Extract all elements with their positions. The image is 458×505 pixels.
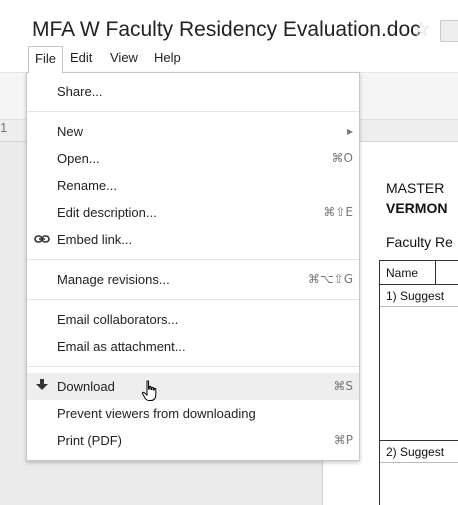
menu-item-label: New xyxy=(57,124,84,139)
download-icon xyxy=(31,373,53,400)
menu-item-download[interactable]: Download ⌘S xyxy=(27,373,359,400)
menu-item-label: Prevent viewers from downloading xyxy=(57,406,256,421)
menu-edit[interactable]: Edit xyxy=(64,46,98,72)
menu-item-new[interactable]: New ▸ xyxy=(27,118,359,145)
menu-item-share[interactable]: Share... xyxy=(27,78,359,105)
menu-view[interactable]: View xyxy=(104,46,144,72)
menu-help[interactable]: Help xyxy=(148,46,187,72)
menu-item-shortcut: ⌘⇧E xyxy=(323,205,353,219)
menu-item-label: Edit description... xyxy=(57,205,157,220)
menu-file[interactable]: File xyxy=(28,46,63,73)
table-row: Name xyxy=(380,261,458,285)
link-icon xyxy=(31,226,53,253)
share-button-partial[interactable] xyxy=(440,20,458,42)
menu-bar: File Edit View Help xyxy=(0,46,458,73)
menu-item-manage-revisions[interactable]: Manage revisions... ⌘⌥⇧G xyxy=(27,266,359,293)
cell-divider xyxy=(435,261,436,284)
table-row: 1) Suggest xyxy=(380,285,458,307)
ruler-mark: 1 xyxy=(0,120,8,135)
menu-separator xyxy=(27,299,359,300)
title-bar: MFA W Faculty Residency Evaluation.doc ☆ xyxy=(0,0,458,46)
menu-item-label: Email collaborators... xyxy=(57,312,179,327)
table-row xyxy=(380,307,458,441)
menu-item-shortcut: ⌘O xyxy=(331,151,353,165)
hand-cursor-icon xyxy=(141,380,159,402)
menu-separator xyxy=(27,111,359,112)
menu-item-prevent-download[interactable]: Prevent viewers from downloading xyxy=(27,400,359,427)
menu-item-label: Open... xyxy=(57,151,100,166)
menu-item-label: Email as attachment... xyxy=(57,339,186,354)
submenu-arrow-icon: ▸ xyxy=(346,124,353,138)
menu-item-shortcut: ⌘⌥⇧G xyxy=(307,272,353,286)
menu-separator xyxy=(27,259,359,260)
file-menu-dropdown: Share... New ▸ Open... ⌘O Rename... Edit… xyxy=(26,72,360,461)
star-icon[interactable]: ☆ xyxy=(412,18,431,42)
menu-item-shortcut: ⌘S xyxy=(333,379,353,393)
menu-item-open[interactable]: Open... ⌘O xyxy=(27,145,359,172)
menu-item-label: Embed link... xyxy=(57,232,133,247)
menu-item-shortcut: ⌘P xyxy=(333,433,353,447)
doc-heading-line1: MASTER xyxy=(386,180,445,196)
menu-item-label: Print (PDF) xyxy=(57,433,122,448)
menu-item-print[interactable]: Print (PDF) ⌘P xyxy=(27,427,359,454)
table-row: 2) Suggest xyxy=(380,441,458,463)
menu-item-email-attachment[interactable]: Email as attachment... xyxy=(27,333,359,360)
menu-item-label: Manage revisions... xyxy=(57,272,170,287)
menu-item-embed-link[interactable]: Embed link... xyxy=(27,226,359,253)
menu-item-edit-description[interactable]: Edit description... ⌘⇧E xyxy=(27,199,359,226)
doc-heading-line2: VERMON xyxy=(386,200,448,216)
doc-heading-line3: Faculty Re xyxy=(386,234,453,250)
menu-item-email-collaborators[interactable]: Email collaborators... xyxy=(27,306,359,333)
table-cell-name: Name xyxy=(386,266,419,280)
menu-item-label: Download xyxy=(57,379,115,394)
menu-separator xyxy=(27,366,359,367)
menu-item-label: Rename... xyxy=(57,178,117,193)
menu-item-rename[interactable]: Rename... xyxy=(27,172,359,199)
evaluation-table: Name 1) Suggest 2) Suggest xyxy=(379,260,458,505)
menu-item-label: Share... xyxy=(57,84,103,99)
document-title[interactable]: MFA W Faculty Residency Evaluation.doc xyxy=(32,18,421,42)
